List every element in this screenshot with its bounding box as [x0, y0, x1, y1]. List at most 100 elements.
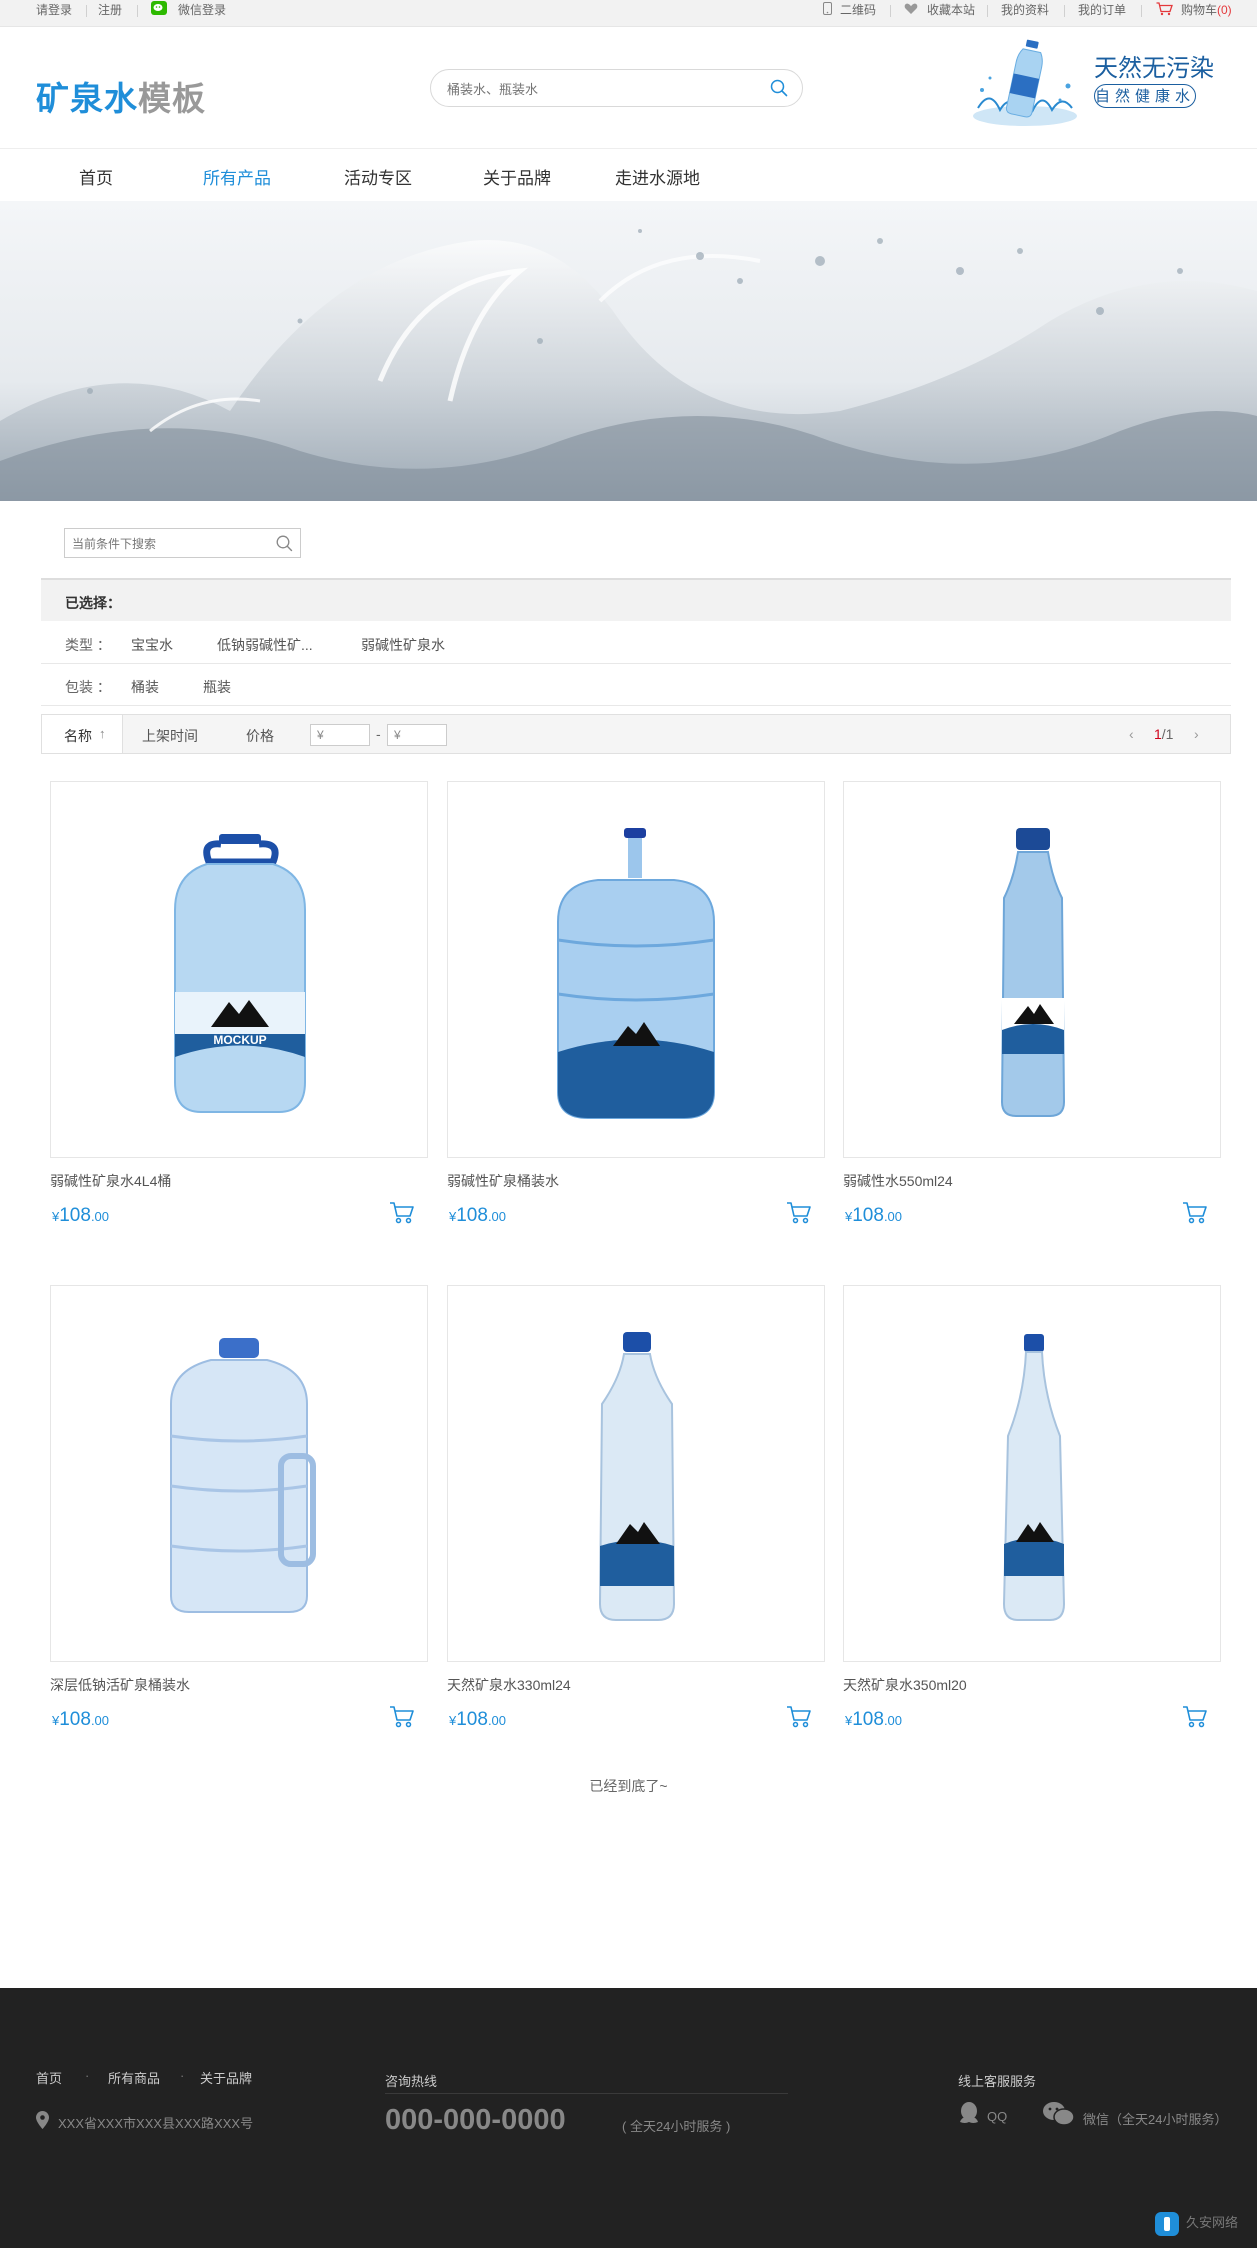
- prev-page-button[interactable]: ‹: [1129, 726, 1134, 742]
- header-promo: 天然无污染 自然健康水: [960, 38, 1220, 138]
- qrcode-link[interactable]: 二维码: [840, 0, 876, 27]
- site-logo[interactable]: 矿泉水模板: [36, 72, 206, 120]
- footer-divider: [385, 2093, 788, 2094]
- add-to-cart-icon[interactable]: [1182, 1705, 1208, 1729]
- price-int: 108: [59, 1205, 91, 1226]
- price-max-input[interactable]: ¥: [387, 724, 447, 746]
- register-link[interactable]: 注册: [98, 0, 122, 27]
- logo-text-primary: 矿泉水: [36, 80, 138, 117]
- product-price: ¥108.00: [845, 1205, 902, 1227]
- nav-home[interactable]: 首页: [79, 164, 113, 189]
- sort-by-price[interactable]: 价格: [246, 726, 274, 746]
- selected-filters-bar: 已选择：: [41, 578, 1231, 621]
- hotline-note: ( 全天24小时服务 ): [622, 2119, 731, 2134]
- arrow-up-icon: ↑: [99, 726, 106, 741]
- filter-option-type[interactable]: 弱碱性矿泉水: [361, 635, 445, 655]
- product-price: ¥108.00: [449, 1709, 506, 1731]
- favorite-link[interactable]: 收藏本站: [927, 0, 975, 27]
- qq-link[interactable]: QQ: [987, 2109, 1007, 2124]
- sort-by-time[interactable]: 上架时间: [142, 726, 198, 746]
- end-of-list-text: 已经到底了~: [589, 1778, 668, 1794]
- login-link[interactable]: 请登录: [36, 0, 72, 27]
- price-min-input[interactable]: ¥: [310, 724, 370, 746]
- price-range-dash: -: [376, 726, 381, 742]
- nav-about-brand[interactable]: 关于品牌: [483, 164, 551, 189]
- price-int: 108: [59, 1709, 91, 1730]
- divider: [1064, 5, 1065, 17]
- product-name[interactable]: 弱碱性矿泉水4L4桶: [50, 1171, 171, 1191]
- wechat-icon: [151, 1, 167, 15]
- filter-option-pack[interactable]: 瓶装: [203, 677, 231, 697]
- add-to-cart-icon[interactable]: [786, 1705, 812, 1729]
- price-dec: .00: [487, 1209, 507, 1224]
- pack-label: 包装 ：: [65, 679, 111, 695]
- footer-dot: ·: [85, 2068, 90, 2083]
- wechat-login-link[interactable]: 微信登录: [178, 0, 226, 27]
- price-int: 108: [852, 1709, 884, 1730]
- hero-banner: [0, 201, 1257, 501]
- add-to-cart-icon[interactable]: [389, 1201, 415, 1225]
- header-search: [430, 69, 803, 107]
- page-total: /1: [1161, 726, 1174, 742]
- footer-link-home[interactable]: 首页: [36, 2068, 62, 2087]
- product-name[interactable]: 弱碱性矿泉桶装水: [447, 1171, 559, 1191]
- filter-option-pack[interactable]: 桶装: [131, 677, 159, 697]
- price-dec: .00: [90, 1713, 110, 1728]
- sort-bar: 名称 ↑ 上架时间 价格 ¥ - ¥ ‹ 1/1 ›: [41, 714, 1231, 754]
- add-to-cart-icon[interactable]: [389, 1705, 415, 1729]
- add-to-cart-icon[interactable]: [786, 1201, 812, 1225]
- divider: [987, 5, 988, 17]
- search-icon[interactable]: [770, 79, 788, 97]
- top-bar: 请登录 注册 微信登录 二维码 收藏本站 我的资料 我的订单 购物车(0): [0, 0, 1257, 27]
- footer-dot: ·: [180, 2068, 185, 2083]
- qq-icon[interactable]: [956, 2100, 982, 2129]
- page-indicator: 1/1: [1154, 726, 1173, 742]
- filter-search-input[interactable]: [70, 535, 264, 553]
- product-name[interactable]: 天然矿泉水350ml20: [843, 1675, 967, 1695]
- price-dec: .00: [883, 1209, 903, 1224]
- svg-text:MOCKUP: MOCKUP: [213, 1033, 266, 1047]
- divider: [137, 5, 138, 17]
- price-int: 108: [852, 1205, 884, 1226]
- splash-bottle-image: [973, 39, 1077, 126]
- nav-activities[interactable]: 活动专区: [344, 164, 412, 189]
- logo-text-secondary: 模板: [138, 80, 206, 117]
- type-label: 类型 ：: [65, 637, 111, 653]
- nav-water-source[interactable]: 走进水源地: [615, 164, 700, 189]
- heart-icon: [904, 3, 918, 18]
- sort-name-label: 名称: [64, 728, 92, 744]
- filter-option-type[interactable]: 宝宝水: [131, 635, 173, 655]
- profile-link[interactable]: 我的资料: [1001, 0, 1049, 27]
- price-dec: .00: [883, 1713, 903, 1728]
- price-dec: .00: [487, 1713, 507, 1728]
- filter-search: [64, 528, 301, 558]
- cart-link[interactable]: 购物车(0): [1181, 0, 1232, 27]
- nav-all-products[interactable]: 所有产品: [203, 164, 271, 189]
- divider: [890, 5, 891, 17]
- price-int: 108: [456, 1205, 488, 1226]
- product-name[interactable]: 弱碱性水550ml24: [843, 1171, 953, 1191]
- product-image[interactable]: MOCKUP: [50, 781, 428, 1158]
- next-page-button[interactable]: ›: [1194, 726, 1199, 742]
- cart-label: 购物车: [1181, 3, 1218, 17]
- product-image[interactable]: [843, 781, 1221, 1158]
- wechat-service-link[interactable]: 微信（全天24小时服务）: [1083, 2109, 1237, 2128]
- cart-icon: [1156, 2, 1173, 19]
- footer-link-products[interactable]: 所有商品: [108, 2068, 160, 2087]
- footer-link-brand[interactable]: 关于品牌: [200, 2068, 252, 2087]
- water-splash-image: [0, 201, 1257, 501]
- product-name[interactable]: 天然矿泉水330ml24: [447, 1675, 571, 1695]
- wechat-icon[interactable]: [1042, 2100, 1076, 2131]
- orders-link[interactable]: 我的订单: [1078, 0, 1126, 27]
- product-image[interactable]: [447, 1285, 825, 1662]
- sort-by-name[interactable]: 名称 ↑: [42, 715, 123, 753]
- product-image[interactable]: [447, 781, 825, 1158]
- search-icon[interactable]: [276, 535, 293, 552]
- product-image[interactable]: [843, 1285, 1221, 1662]
- price-dec: .00: [90, 1209, 110, 1224]
- product-name[interactable]: 深层低钠活矿泉桶装水: [50, 1675, 190, 1695]
- filter-option-type[interactable]: 低钠弱碱性矿...: [217, 635, 313, 655]
- add-to-cart-icon[interactable]: [1182, 1201, 1208, 1225]
- product-image[interactable]: [50, 1285, 428, 1662]
- header-search-input[interactable]: [445, 78, 749, 100]
